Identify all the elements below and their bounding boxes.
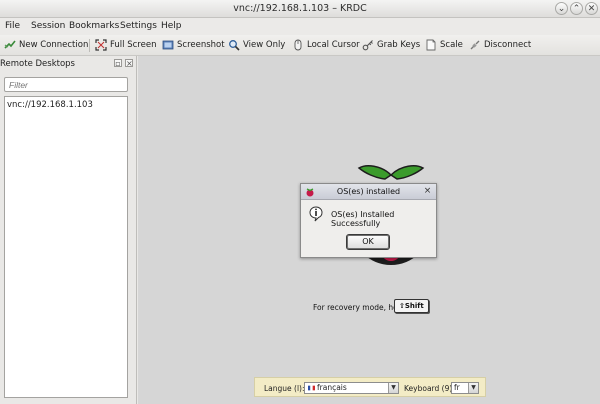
magnifier-icon xyxy=(229,40,240,51)
language-select[interactable]: français ▼ xyxy=(304,382,399,394)
new-connection-button[interactable]: New Connection xyxy=(4,37,88,53)
screenshot-icon xyxy=(162,40,174,50)
keyboard-select[interactable]: fr ▼ xyxy=(451,382,479,394)
menu-help[interactable]: Help xyxy=(161,21,182,31)
menu-session[interactable]: Session xyxy=(31,21,65,31)
screenshot-label: Screenshot xyxy=(177,40,225,50)
shift-key-badge: ⇧Shift xyxy=(394,299,429,313)
new-connection-icon xyxy=(4,40,16,49)
local-cursor-button[interactable]: Local Cursor xyxy=(292,37,360,53)
menu-bar: File Session Bookmarks Settings Help xyxy=(0,18,600,35)
dialog-titlebar: OS(es) installed × xyxy=(301,184,436,200)
recovery-hint: For recovery mode, hold xyxy=(313,303,405,312)
view-only-label: View Only xyxy=(243,40,286,50)
language-value: français xyxy=(317,383,347,392)
chevron-down-icon: ▼ xyxy=(468,383,478,393)
keyboard-label: Keyboard (9): xyxy=(404,384,455,393)
close-window-button[interactable]: ✕ xyxy=(585,2,598,15)
key-icon xyxy=(362,40,373,51)
remote-desktops-list: vnc://192.168.1.103 xyxy=(4,96,128,398)
toolbar-separator xyxy=(89,39,90,52)
panel-title: Remote Desktops xyxy=(0,59,75,69)
info-icon xyxy=(309,206,323,222)
window-title: vnc://192.168.1.103 – KRDC xyxy=(233,3,367,14)
scale-label: Scale xyxy=(440,40,463,50)
grab-keys-label: Grab Keys xyxy=(377,40,421,50)
os-installed-dialog: OS(es) installed × OS(es) Installed Succ… xyxy=(300,183,437,258)
full-screen-button[interactable]: Full Screen xyxy=(95,37,156,53)
filter-input[interactable] xyxy=(4,77,128,92)
keyboard-value: fr xyxy=(454,383,460,392)
disconnect-label: Disconnect xyxy=(484,40,532,50)
language-label: Langue (l): xyxy=(264,384,305,393)
language-bar: Langue (l): français ▼ Keyboard (9): fr … xyxy=(254,377,486,397)
ok-button[interactable]: OK xyxy=(346,234,390,250)
menu-file[interactable]: File xyxy=(5,21,20,31)
full-screen-label: Full Screen xyxy=(110,40,157,50)
list-item[interactable]: vnc://192.168.1.103 xyxy=(7,100,93,110)
disconnect-button[interactable]: Disconnect xyxy=(469,37,531,53)
menu-settings[interactable]: Settings xyxy=(120,21,157,31)
scale-icon xyxy=(426,39,436,51)
maximize-button[interactable]: ⌃ xyxy=(570,2,583,15)
toolbar: New Connection Full Screen Screenshot Vi… xyxy=(0,35,600,56)
menu-bookmarks[interactable]: Bookmarks xyxy=(69,21,119,31)
window-titlebar: vnc://192.168.1.103 – KRDC ⌄ ⌃ ✕ xyxy=(0,0,600,18)
new-connection-label: New Connection xyxy=(19,40,89,50)
screenshot-button[interactable]: Screenshot xyxy=(162,37,225,53)
remote-desktops-panel: Remote Desktops ▫ × vnc://192.168.1.103 xyxy=(0,56,137,404)
scale-button[interactable]: Scale xyxy=(425,37,463,53)
mouse-icon xyxy=(294,39,302,51)
minimize-button[interactable]: ⌄ xyxy=(555,2,568,15)
dialog-title: OS(es) installed xyxy=(336,187,401,196)
disconnect-icon xyxy=(470,40,480,50)
dialog-message: OS(es) Installed Successfully xyxy=(331,210,395,228)
dialog-close-button[interactable]: × xyxy=(422,186,433,197)
french-flag-icon xyxy=(308,385,315,391)
panel-float-button[interactable]: ▫ xyxy=(114,59,122,68)
remote-desktop-view[interactable]: OS(es) installed × OS(es) Installed Succ… xyxy=(138,56,600,404)
local-cursor-label: Local Cursor xyxy=(307,40,360,50)
panel-close-button[interactable]: × xyxy=(125,59,133,68)
grab-keys-button[interactable]: Grab Keys xyxy=(362,37,420,53)
full-screen-icon xyxy=(95,39,107,51)
view-only-button[interactable]: View Only xyxy=(228,37,285,53)
chevron-down-icon: ▼ xyxy=(388,383,398,393)
